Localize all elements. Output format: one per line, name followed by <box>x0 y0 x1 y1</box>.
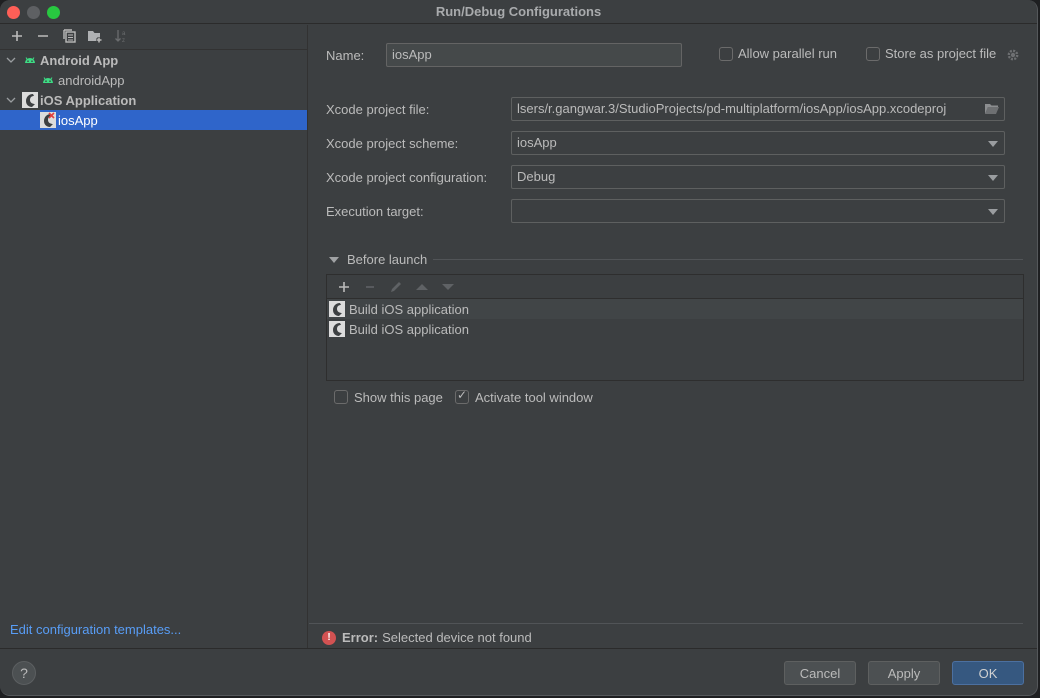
xcode-project-file-label: Xcode project file: <box>326 102 430 117</box>
ok-button[interactable]: OK <box>952 661 1024 685</box>
gear-icon[interactable] <box>1006 48 1020 62</box>
before-launch-task[interactable]: Build iOS application <box>327 319 1023 339</box>
collapse-triangle-icon[interactable] <box>329 256 339 264</box>
add-task-button[interactable] <box>331 277 357 297</box>
xcode-scheme-label: Xcode project scheme: <box>326 136 459 151</box>
tree-item-androidapp[interactable]: androidApp <box>0 70 307 90</box>
xcode-project-file-value: lsers/r.gangwar.3/StudioProjects/pd-mult… <box>517 101 947 116</box>
pencil-icon <box>391 281 401 292</box>
remove-task-button[interactable] <box>357 277 383 297</box>
arrow-up-icon <box>416 283 428 290</box>
dialog-footer: ? Cancel Apply OK <box>0 648 1037 695</box>
execution-target-label: Execution target: <box>326 204 424 219</box>
dropdown-arrow-icon <box>988 175 998 181</box>
xcode-configuration-value: Debug <box>517 169 556 184</box>
tree-label: iosApp <box>58 112 98 128</box>
dropdown-arrow-icon <box>988 209 998 215</box>
xcode-scheme-select[interactable]: iosApp <box>511 131 1005 155</box>
sort-az-icon: az <box>115 30 126 43</box>
svg-text:a: a <box>122 31 126 37</box>
xcode-configuration-label: Xcode project configuration: <box>326 170 488 185</box>
config-sidebar: az Android App androidApp iOS Applicatio… <box>0 25 308 648</box>
show-this-page-checkbox[interactable] <box>334 390 348 404</box>
tree-label: Android App <box>40 52 119 68</box>
before-launch-list: Build iOS application Build iOS applicat… <box>326 274 1024 381</box>
folder-open-icon[interactable] <box>984 102 1000 116</box>
config-tree: Android App androidApp iOS Application i… <box>0 50 307 130</box>
tree-item-iosapp[interactable]: iosApp <box>0 110 307 130</box>
copy-icon <box>63 29 76 43</box>
apply-button[interactable]: Apply <box>868 661 940 685</box>
android-icon <box>22 52 38 68</box>
remove-config-button[interactable] <box>30 26 56 46</box>
title-bar: Run/Debug Configurations <box>0 0 1037 24</box>
move-down-button[interactable] <box>435 277 461 297</box>
error-prefix: Error: <box>342 630 379 645</box>
error-text: Selected device not found <box>382 630 532 645</box>
arrow-down-icon <box>442 283 454 290</box>
execution-target-select[interactable] <box>511 199 1005 223</box>
dropdown-arrow-icon <box>988 141 998 147</box>
before-launch-toolbar <box>327 275 1023 299</box>
before-launch-header[interactable]: Before launch <box>326 252 1023 267</box>
chevron-down-icon[interactable] <box>6 95 16 105</box>
xcode-error-icon <box>40 112 56 128</box>
svg-text:z: z <box>122 38 125 43</box>
add-config-button[interactable] <box>4 26 30 46</box>
store-as-project-file-label: Store as project file <box>885 46 997 61</box>
xcode-icon <box>329 301 345 317</box>
tree-group-android-app[interactable]: Android App <box>0 50 307 70</box>
error-separator <box>309 623 1023 624</box>
tree-label: iOS Application <box>40 92 137 108</box>
minus-icon <box>366 285 374 288</box>
move-up-button[interactable] <box>409 277 435 297</box>
sort-button[interactable]: az <box>108 26 134 46</box>
config-form: Name: iosApp Allow parallel run Store as… <box>309 25 1037 648</box>
maximize-window-button[interactable] <box>47 6 60 19</box>
edit-task-button[interactable] <box>383 277 409 297</box>
close-window-button[interactable] <box>7 6 20 19</box>
minus-icon <box>38 35 48 37</box>
plus-icon <box>339 281 349 292</box>
section-divider <box>433 259 1023 260</box>
tree-group-ios-application[interactable]: iOS Application <box>0 90 307 110</box>
name-label: Name: <box>326 48 365 63</box>
activate-tool-window-checkbox[interactable] <box>455 388 469 404</box>
name-input[interactable]: iosApp <box>386 43 682 67</box>
edit-configuration-templates-link[interactable]: Edit configuration templates... <box>10 622 181 637</box>
before-launch-task[interactable]: Build iOS application <box>327 299 1023 319</box>
plus-icon <box>12 31 22 41</box>
allow-parallel-run-checkbox[interactable] <box>719 47 733 61</box>
help-button[interactable]: ? <box>12 661 36 685</box>
show-this-page-label: Show this page <box>354 390 443 405</box>
tree-label: androidApp <box>58 72 125 88</box>
xcode-configuration-select[interactable]: Debug <box>511 165 1005 189</box>
task-label: Build iOS application <box>349 301 469 317</box>
activate-tool-window-label: Activate tool window <box>475 390 593 405</box>
error-icon: ! <box>322 630 336 645</box>
allow-parallel-run-label: Allow parallel run <box>738 46 837 61</box>
xcode-icon <box>329 321 345 337</box>
android-icon <box>40 72 56 88</box>
new-folder-button[interactable] <box>82 26 108 46</box>
xcode-project-file-input[interactable]: lsers/r.gangwar.3/StudioProjects/pd-mult… <box>511 97 1005 121</box>
xcode-icon <box>22 92 38 108</box>
before-launch-title: Before launch <box>347 252 428 267</box>
window-title: Run/Debug Configurations <box>435 4 602 19</box>
run-debug-configurations-dialog: Run/Debug Configurations az Android App … <box>0 0 1038 696</box>
folder-plus-icon <box>88 31 102 43</box>
error-message: ! Error: Selected device not found <box>322 630 532 645</box>
minimize-window-button[interactable] <box>27 6 40 19</box>
xcode-scheme-value: iosApp <box>517 135 557 150</box>
copy-config-button[interactable] <box>56 26 82 46</box>
store-as-project-file-checkbox[interactable] <box>866 47 880 61</box>
cancel-button[interactable]: Cancel <box>784 661 856 685</box>
sidebar-toolbar: az <box>0 25 307 47</box>
task-label: Build iOS application <box>349 321 469 337</box>
chevron-down-icon[interactable] <box>6 55 16 65</box>
